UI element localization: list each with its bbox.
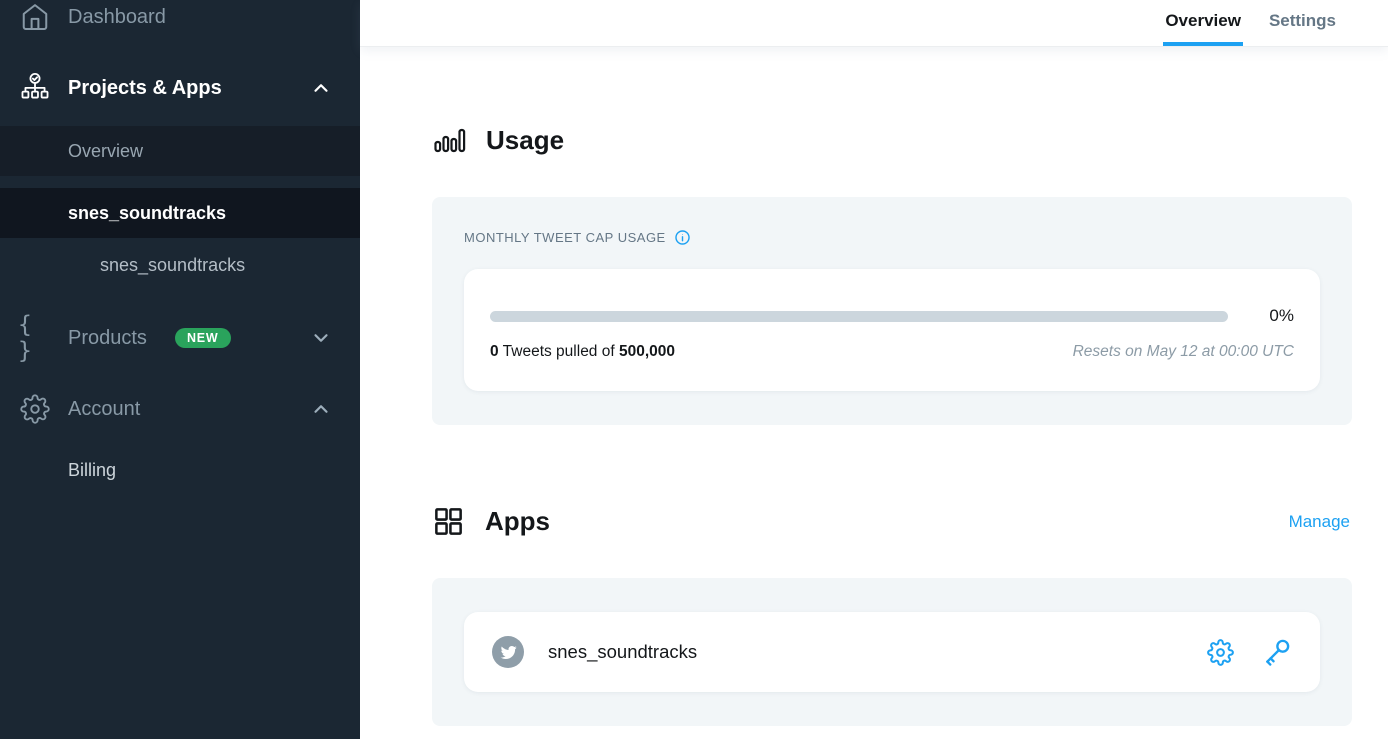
app-keys-key-icon[interactable] <box>1262 637 1292 667</box>
home-icon <box>18 0 52 34</box>
cap-reset-note: Resets on May 12 at 00:00 UTC <box>1073 343 1294 361</box>
gear-icon <box>18 392 52 426</box>
sidebar-item-dashboard[interactable]: Dashboard <box>0 0 360 42</box>
sidebar-item-projects-apps[interactable]: Projects & Apps <box>0 63 360 113</box>
sidebar-item-label: Overview <box>68 141 143 162</box>
app-name: snes_soundtracks <box>548 641 697 663</box>
topbar: Overview Settings <box>360 0 1388 47</box>
sidebar-item-label: Products <box>68 327 147 350</box>
info-icon[interactable] <box>674 229 691 246</box>
manage-link[interactable]: Manage <box>1289 512 1350 532</box>
chevron-up-icon[interactable] <box>310 398 332 420</box>
tweet-cap-progress-bar <box>490 311 1228 322</box>
chevron-down-icon[interactable] <box>310 327 332 349</box>
tab-overview[interactable]: Overview <box>1163 0 1243 46</box>
usage-text-row: 0 Tweets pulled of 500,000 Resets on May… <box>490 343 1294 361</box>
bar-chart-icon <box>432 123 466 157</box>
sidebar-item-label: snes_soundtracks <box>100 255 245 276</box>
new-badge: NEW <box>175 328 231 349</box>
chevron-up-icon[interactable] <box>310 77 332 99</box>
tweets-cap-total: 500,000 <box>619 343 675 360</box>
apps-section-title: Apps <box>485 506 550 537</box>
tweet-cap-label-row: MONTHLY TWEET CAP USAGE <box>464 229 1320 246</box>
sidebar-item-label: Projects & Apps <box>68 77 222 100</box>
app-actions <box>1207 637 1292 667</box>
tweet-cap-percent: 0% <box>1228 306 1294 326</box>
sidebar-item-products[interactable]: { } Products NEW <box>0 313 360 363</box>
sitemap-icon <box>18 71 52 105</box>
sidebar-item-label: Account <box>68 398 140 421</box>
usage-section-header: Usage <box>432 123 1352 157</box>
sidebar-item-label: Dashboard <box>68 6 166 29</box>
app-list-item: snes_soundtracks <box>464 612 1320 692</box>
usage-section-title: Usage <box>486 125 564 156</box>
main-content: Overview Settings Usage MONTHLY TWEET CA… <box>360 0 1388 739</box>
progress-row: 0% <box>490 306 1294 326</box>
sidebar-item-label: snes_soundtracks <box>68 203 226 224</box>
content-area: Usage MONTHLY TWEET CAP USAGE <box>360 47 1388 739</box>
grid-icon <box>432 505 465 538</box>
usage-card: MONTHLY TWEET CAP USAGE 0% <box>432 197 1352 425</box>
tab-settings[interactable]: Settings <box>1267 0 1338 46</box>
app-settings-gear-icon[interactable] <box>1207 639 1234 666</box>
sidebar-item-project-snes-soundtracks[interactable]: snes_soundtracks <box>0 188 360 238</box>
sidebar-item-billing[interactable]: Billing <box>0 445 360 495</box>
sidebar: Dashboard Projects & Apps Overview snes_… <box>0 0 360 739</box>
tweets-pulled-text: 0 Tweets pulled of 500,000 <box>490 343 675 361</box>
twitter-bird-icon <box>492 636 524 668</box>
sidebar-item-app-snes-soundtracks[interactable]: snes_soundtracks <box>0 240 360 290</box>
braces-icon: { } <box>18 321 52 355</box>
apps-card: snes_soundtracks <box>432 578 1352 726</box>
sidebar-item-account[interactable]: Account <box>0 384 360 434</box>
apps-section-header: Apps Manage <box>432 505 1352 538</box>
sidebar-item-label: Billing <box>68 460 116 481</box>
sidebar-item-overview[interactable]: Overview <box>0 126 360 176</box>
tweet-cap-usage-panel: 0% 0 Tweets pulled of 500,000 Resets on … <box>464 269 1320 391</box>
tweet-cap-label: MONTHLY TWEET CAP USAGE <box>464 230 666 245</box>
tweets-pulled-count: 0 <box>490 343 499 360</box>
